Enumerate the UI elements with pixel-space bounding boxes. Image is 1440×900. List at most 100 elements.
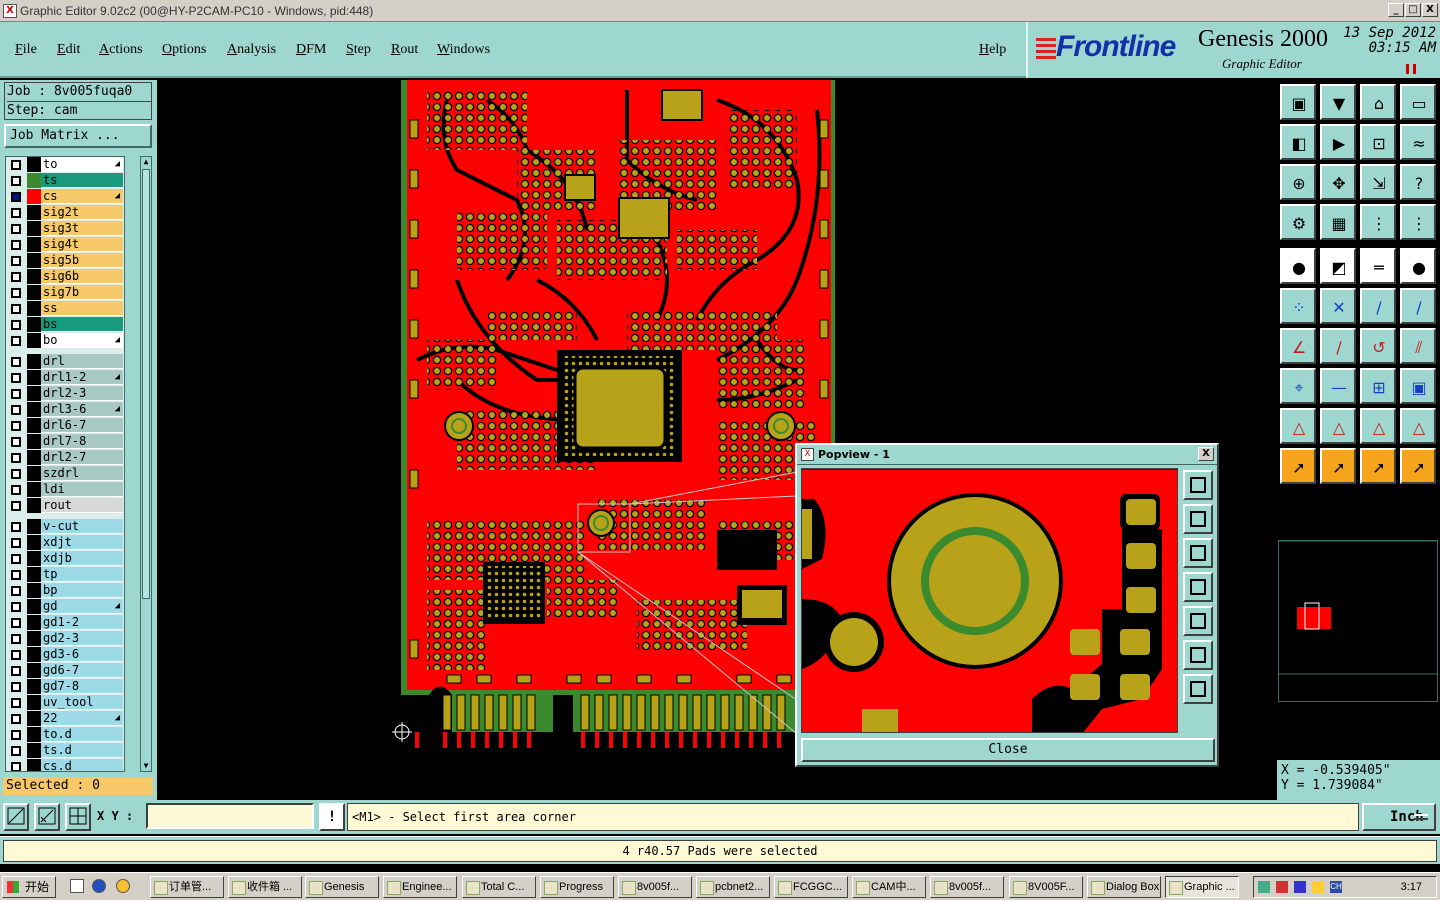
taskbar-item[interactable]: Genesis xyxy=(305,876,379,898)
mirror-icon[interactable]: ⫽ xyxy=(1400,328,1436,364)
triangle-arrow-icon[interactable]: △ xyxy=(1320,408,1356,444)
layer-color-swatch[interactable] xyxy=(27,205,41,220)
color-icon[interactable]: ◩ xyxy=(1320,248,1356,284)
layer-name[interactable]: ss xyxy=(41,301,123,316)
layer-checkbox[interactable] xyxy=(11,714,21,724)
layer-stack-icon[interactable]: ⋮ xyxy=(1360,204,1396,240)
layer-row-drl6-7[interactable]: drl6-7 xyxy=(6,418,124,434)
layer-scrollbar[interactable]: ▲ ▼ xyxy=(140,156,152,772)
layer-checkbox[interactable] xyxy=(11,304,21,314)
angle-icon[interactable]: ∠ xyxy=(1280,328,1316,364)
layer-color-swatch[interactable] xyxy=(27,647,41,662)
window-icon[interactable]: ▭ xyxy=(1400,84,1436,120)
delete-point-icon[interactable]: ✕ xyxy=(1320,288,1356,324)
pan-right-icon[interactable]: ▶ xyxy=(1320,124,1356,160)
layer-color-swatch[interactable] xyxy=(27,567,41,582)
layer-color-swatch[interactable] xyxy=(27,157,41,172)
layer-checkbox[interactable] xyxy=(11,421,21,431)
layer-color-swatch[interactable] xyxy=(27,386,41,401)
taskbar-item[interactable]: CAM中... xyxy=(852,876,926,898)
layer-checkbox[interactable] xyxy=(11,682,21,692)
layer-row-drl7-8[interactable]: drl7-8 xyxy=(6,434,124,450)
taskbar-item[interactable]: Graphic ... xyxy=(1165,876,1239,898)
layer-row-sig7b[interactable]: sig7b xyxy=(6,285,124,301)
zoom-center-icon[interactable]: ✥ xyxy=(1320,164,1356,200)
layer-checkbox[interactable] xyxy=(11,650,21,660)
layer-checkbox[interactable] xyxy=(11,453,21,463)
taskbar-item[interactable]: 8v005f... xyxy=(618,876,692,898)
layer-color-swatch[interactable] xyxy=(27,615,41,630)
unit-selector[interactable]: Inch xyxy=(1362,803,1436,831)
zoom-home-icon[interactable]: ⊕ xyxy=(1280,164,1316,200)
view-down-icon[interactable]: ▼ xyxy=(1320,84,1356,120)
triangle-up-icon[interactable]: △ xyxy=(1360,408,1396,444)
redraw-icon[interactable]: ≈ xyxy=(1400,124,1436,160)
job-matrix-button[interactable]: Job Matrix ... xyxy=(4,124,152,148)
zoom-fit-icon[interactable]: ⊡ xyxy=(1360,124,1396,160)
layer-name[interactable]: uv_tool xyxy=(41,695,123,710)
layer-checkbox[interactable] xyxy=(11,602,21,612)
layer-checkbox[interactable] xyxy=(11,554,21,564)
layer-row-cs.d[interactable]: cs.d xyxy=(6,759,124,771)
layer-name[interactable]: sig6b xyxy=(41,269,123,284)
layer-color-swatch[interactable] xyxy=(27,285,41,300)
layer-row-drl2-7[interactable]: drl2-7 xyxy=(6,450,124,466)
layer-color-swatch[interactable] xyxy=(27,498,41,513)
pad-select-icon[interactable]: ● xyxy=(1280,248,1316,284)
taskbar-item[interactable]: pcbnet2... xyxy=(696,876,770,898)
cursor-frame-icon[interactable]: ➚ xyxy=(1360,448,1396,484)
layer-checkbox[interactable] xyxy=(11,618,21,628)
layer-color-swatch[interactable] xyxy=(27,759,41,771)
minimize-button[interactable]: _ xyxy=(1388,3,1404,17)
menu-rout[interactable]: Rout xyxy=(391,42,418,58)
layer-checkbox[interactable] xyxy=(11,256,21,266)
menu-help[interactable]: Help xyxy=(979,42,1006,58)
help-icon[interactable]: ? xyxy=(1400,164,1436,200)
layer-row-ts[interactable]: ts xyxy=(6,173,124,189)
house-view-icon[interactable]: ⌂ xyxy=(1360,84,1396,120)
layer-color-swatch[interactable] xyxy=(27,221,41,236)
layer-name[interactable]: to.d xyxy=(41,727,123,742)
layer-color-swatch[interactable] xyxy=(27,551,41,566)
tray-lang-icon[interactable]: CH xyxy=(1330,881,1342,893)
connect-icon[interactable]: ⁘ xyxy=(1280,288,1316,324)
xy-input[interactable] xyxy=(146,803,314,829)
layer-row-gd2-3[interactable]: gd2-3 xyxy=(6,631,124,647)
layer-color-swatch[interactable] xyxy=(27,354,41,369)
layer-name[interactable]: sig7b xyxy=(41,285,123,300)
layer-checkbox[interactable] xyxy=(11,373,21,383)
layer-name[interactable]: to xyxy=(41,157,123,172)
layer-row-gd[interactable]: gd ◢ xyxy=(6,599,124,615)
layer-color-swatch[interactable] xyxy=(27,189,41,204)
layer-color-swatch[interactable] xyxy=(27,370,41,385)
layer-color-swatch[interactable] xyxy=(27,599,41,614)
taskbar-item[interactable]: 8v005f... xyxy=(930,876,1004,898)
popview-close-button[interactable]: Close xyxy=(801,738,1215,762)
layer-name[interactable]: drl2-7 xyxy=(41,450,123,465)
layer-name[interactable]: gd xyxy=(41,599,123,614)
scale-1to2-icon[interactable]: ⇲ xyxy=(1360,164,1396,200)
layer-row-xdjb[interactable]: xdjb xyxy=(6,551,124,567)
layer-checkbox[interactable] xyxy=(11,746,21,756)
layer-checkbox[interactable] xyxy=(11,389,21,399)
close-window-button[interactable]: X xyxy=(1422,3,1438,17)
layer-name[interactable]: xdjt xyxy=(41,535,123,550)
layer-checkbox[interactable] xyxy=(11,469,21,479)
layer-color-swatch[interactable] xyxy=(27,402,41,417)
layer-row-tp[interactable]: tp xyxy=(6,567,124,583)
home-icon[interactable]: ▣ xyxy=(1280,84,1316,120)
layer-checkbox[interactable] xyxy=(11,192,21,202)
layer-color-swatch[interactable] xyxy=(27,269,41,284)
cursor-box-icon[interactable]: ➚ xyxy=(1320,448,1356,484)
pv-up-icon[interactable] xyxy=(1183,504,1213,534)
layer-color-swatch[interactable] xyxy=(27,743,41,758)
layer-row-rout[interactable]: rout xyxy=(6,498,124,514)
layer-row-sig2t[interactable]: sig2t xyxy=(6,205,124,221)
layer-checkbox[interactable] xyxy=(11,586,21,596)
pv-center-icon[interactable] xyxy=(1183,674,1213,704)
menu-dfm[interactable]: DFM xyxy=(296,42,326,58)
layer-name[interactable]: xdjb xyxy=(41,551,123,566)
taskbar-item[interactable]: 收件箱 ... xyxy=(228,876,302,898)
layer-color-swatch[interactable] xyxy=(27,631,41,646)
layer-name[interactable]: sig3t xyxy=(41,221,123,236)
